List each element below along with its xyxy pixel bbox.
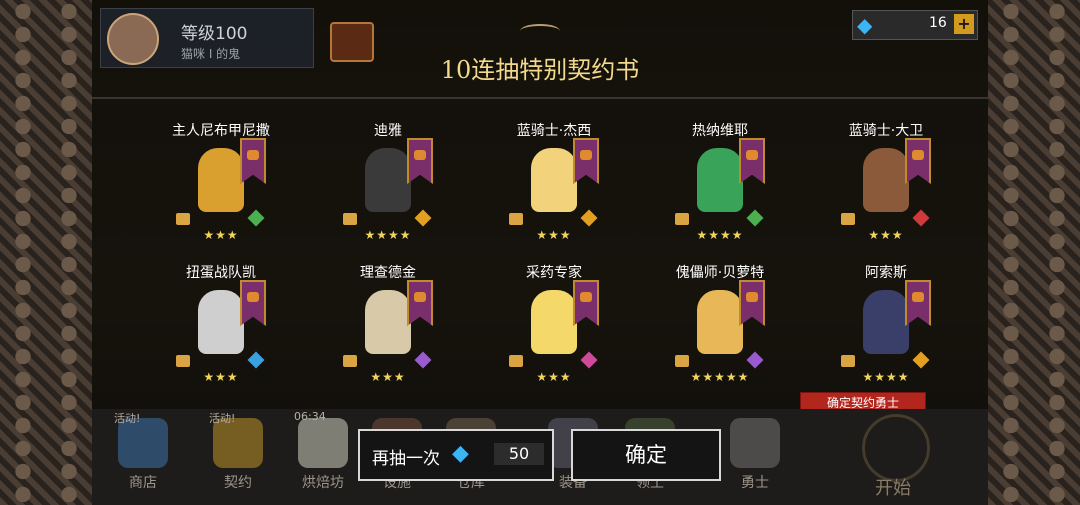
diamond-icon: ◆ bbox=[857, 13, 873, 37]
hero-card[interactable]: 蓝骑士·杰西 ★★★ bbox=[479, 120, 629, 255]
scroll-icon bbox=[343, 213, 357, 225]
gem-counter: ◆ 16 + bbox=[852, 10, 978, 40]
hero-card[interactable]: 阿索斯 ★★★★ bbox=[811, 262, 961, 397]
hero-sprite bbox=[697, 290, 743, 354]
nav-item[interactable]: 06:34 烘焙坊 bbox=[290, 410, 356, 502]
element-icon bbox=[912, 209, 930, 227]
star-rating: ★★★ bbox=[536, 228, 572, 242]
class-banner-icon bbox=[407, 280, 433, 326]
hero-name: 阿索斯 bbox=[865, 265, 907, 281]
class-banner-icon bbox=[573, 280, 599, 326]
nav-tag: 活动! bbox=[209, 412, 236, 425]
element-icon bbox=[414, 351, 432, 369]
class-banner-icon bbox=[240, 280, 266, 326]
class-banner-icon bbox=[240, 138, 266, 184]
hero-card[interactable]: 主人尼布甲尼撒 ★★★ bbox=[146, 120, 296, 255]
star-rating: ★★★ bbox=[868, 228, 904, 242]
start-button[interactable]: 开始 bbox=[838, 412, 948, 502]
scroll-icon bbox=[176, 355, 190, 367]
hero-name: 热纳维耶 bbox=[692, 123, 748, 139]
class-banner-icon bbox=[407, 138, 433, 184]
hero-card[interactable]: 扭蛋战队凯 ★★★ bbox=[146, 262, 296, 397]
element-icon bbox=[414, 209, 432, 227]
page-title: 10连抽特别契约书 bbox=[440, 56, 640, 84]
diamond-icon: ◆ bbox=[452, 441, 469, 466]
scroll-icon bbox=[841, 213, 855, 225]
nav-item[interactable]: 勇士 bbox=[722, 412, 788, 502]
hero-sprite bbox=[697, 148, 743, 212]
class-banner-icon bbox=[739, 138, 765, 184]
element-icon bbox=[247, 351, 265, 369]
element-icon bbox=[746, 209, 764, 227]
hero-name: 理查德金 bbox=[360, 265, 416, 281]
element-icon bbox=[912, 351, 930, 369]
star-rating: ★★★★ bbox=[696, 228, 744, 242]
gem-count: 16 bbox=[929, 15, 947, 31]
hero-name: 蓝骑士·大卫 bbox=[848, 123, 924, 139]
element-icon bbox=[746, 351, 764, 369]
hero-name: 扭蛋战队凯 bbox=[186, 265, 256, 281]
star-rating: ★★★ bbox=[203, 228, 239, 242]
nav-icon bbox=[730, 418, 780, 468]
nav-item[interactable]: 活动! 契约 bbox=[205, 412, 271, 502]
hero-card[interactable]: 采药专家 ★★★ bbox=[479, 262, 629, 397]
hero-name: 迪雅 bbox=[374, 123, 402, 139]
element-icon bbox=[580, 209, 598, 227]
scroll-icon bbox=[509, 355, 523, 367]
nav-label: 勇士 bbox=[741, 475, 769, 491]
scroll-icon bbox=[675, 213, 689, 225]
star-rating: ★★★ bbox=[536, 370, 572, 384]
hero-card[interactable]: 热纳维耶 ★★★★ bbox=[645, 120, 795, 255]
scroll-icon bbox=[509, 213, 523, 225]
scroll-icon bbox=[343, 355, 357, 367]
hero-name: 蓝骑士·杰西 bbox=[516, 123, 592, 139]
hero-sprite bbox=[365, 290, 411, 354]
hero-sprite bbox=[863, 148, 909, 212]
nav-label: 商店 bbox=[129, 475, 157, 491]
hero-card[interactable]: 迪雅 ★★★★ bbox=[313, 120, 463, 255]
hero-sprite bbox=[365, 148, 411, 212]
hero-name: 采药专家 bbox=[526, 265, 582, 281]
redraw-label: 再抽一次 bbox=[372, 449, 440, 469]
title-ornament bbox=[520, 24, 560, 38]
start-label: 开始 bbox=[875, 478, 911, 499]
redraw-button[interactable]: 再抽一次 ◆ 50 bbox=[358, 429, 554, 481]
player-level: 等级100 bbox=[181, 24, 248, 44]
hero-card[interactable]: 理查德金 ★★★ bbox=[313, 262, 463, 397]
hero-name: 主人尼布甲尼撒 bbox=[172, 123, 270, 139]
hero-sprite bbox=[531, 148, 577, 212]
star-rating: ★★★★ bbox=[364, 228, 412, 242]
nav-icon bbox=[298, 418, 348, 468]
star-rating: ★★★ bbox=[370, 370, 406, 384]
class-banner-icon bbox=[905, 138, 931, 184]
hero-sprite bbox=[198, 290, 244, 354]
star-rating: ★★★★ bbox=[862, 370, 910, 384]
add-gems-button[interactable]: + bbox=[954, 14, 974, 34]
redraw-cost: 50 bbox=[494, 443, 544, 465]
hero-sprite bbox=[198, 148, 244, 212]
class-banner-icon bbox=[573, 138, 599, 184]
scroll-icon bbox=[176, 213, 190, 225]
nav-item[interactable]: 活动! 商店 bbox=[110, 412, 176, 502]
element-icon bbox=[580, 351, 598, 369]
hero-card[interactable]: 傀儡师·贝萝特 ★★★★★ bbox=[645, 262, 795, 397]
hero-card[interactable]: 蓝骑士·大卫 ★★★ bbox=[811, 120, 961, 255]
confirm-button[interactable]: 确定 bbox=[571, 429, 721, 481]
hero-sprite bbox=[531, 290, 577, 354]
scroll-icon bbox=[675, 355, 689, 367]
nav-label: 契约 bbox=[224, 475, 252, 491]
nav-tag: 活动! bbox=[114, 412, 141, 425]
element-icon bbox=[247, 209, 265, 227]
star-rating: ★★★★★ bbox=[690, 370, 750, 384]
sword-icon bbox=[862, 414, 930, 482]
nav-label: 烘焙坊 bbox=[302, 475, 344, 491]
class-banner-icon bbox=[739, 280, 765, 326]
class-banner-icon bbox=[905, 280, 931, 326]
hero-name: 傀儡师·贝萝特 bbox=[675, 265, 765, 281]
nav-tag: 06:34 bbox=[294, 410, 326, 423]
scroll-icon bbox=[841, 355, 855, 367]
star-rating: ★★★ bbox=[203, 370, 239, 384]
hero-sprite bbox=[863, 290, 909, 354]
